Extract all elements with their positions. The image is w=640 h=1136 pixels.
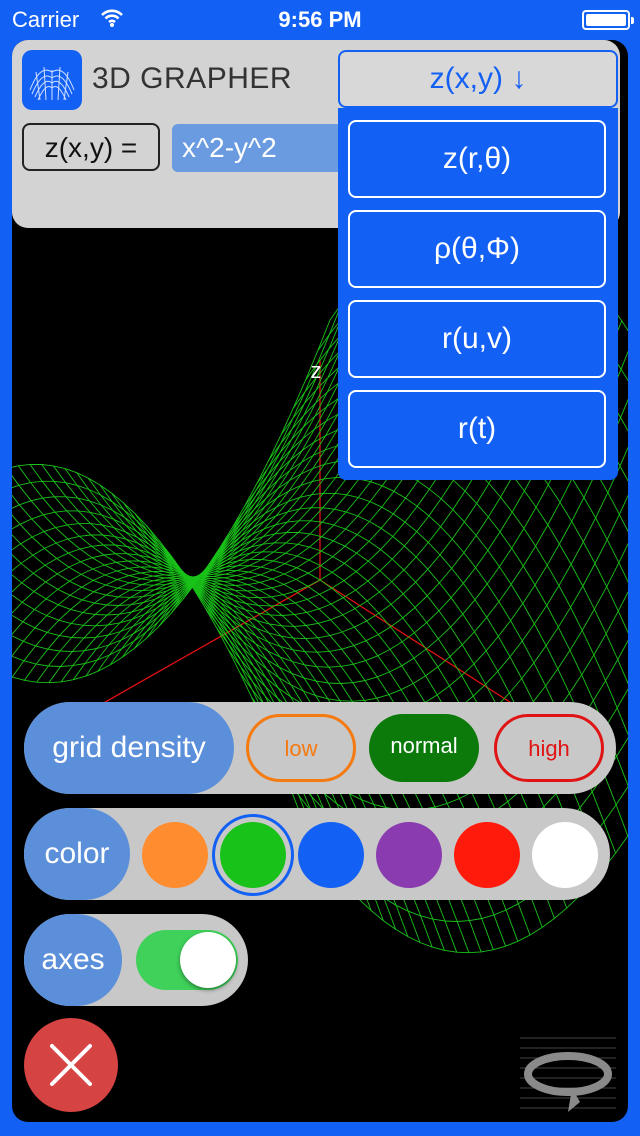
density-normal-button[interactable]: normal [369, 714, 479, 782]
color-swatch-purple[interactable] [376, 822, 442, 888]
color-swatch-red[interactable] [454, 822, 520, 888]
density-low-button[interactable]: low [246, 714, 356, 782]
axes-toggle[interactable] [136, 930, 238, 990]
color-row: color [24, 808, 610, 900]
color-swatch-blue[interactable] [298, 822, 364, 888]
rotate-button[interactable] [520, 1028, 616, 1118]
grid-density-label: grid density [24, 702, 234, 794]
mesh-line-v [12, 303, 343, 667]
color-swatch-white[interactable] [532, 822, 598, 888]
color-swatch-orange[interactable] [142, 822, 208, 888]
mode-option-spherical[interactable]: ρ(θ,Φ) [348, 210, 606, 288]
close-icon [50, 1044, 92, 1086]
function-type-label: z(x,y) = [22, 123, 160, 171]
close-button[interactable] [24, 1018, 118, 1112]
color-label: color [24, 808, 130, 900]
mode-dropdown-button[interactable]: z(x,y) ↓ [338, 50, 618, 108]
mode-dropdown-menu: z(r,θ) ρ(θ,Φ) r(u,v) r(t) [338, 108, 618, 480]
app-title: 3D GRAPHER [92, 62, 293, 95]
mode-option-parametric-curve[interactable]: r(t) [348, 390, 606, 468]
status-bar: Carrier 9:56 PM [0, 0, 640, 40]
battery-icon [582, 10, 634, 30]
z-axis-label: z [311, 358, 322, 383]
grid-density-row: grid density low normal high [24, 702, 616, 794]
axes-label: axes [24, 914, 122, 1006]
mesh-line-v [12, 319, 331, 684]
color-swatch-green[interactable] [220, 822, 286, 888]
density-high-button[interactable]: high [494, 714, 604, 782]
surface-mesh-icon [22, 50, 82, 110]
clock: 9:56 PM [278, 7, 362, 32]
toggle-knob [180, 932, 236, 988]
mesh-line-v [12, 252, 389, 616]
axes-row: axes [24, 914, 248, 1006]
mode-option-parametric-surface[interactable]: r(u,v) [348, 300, 606, 378]
function-input[interactable]: x^2-y^2 [172, 124, 342, 172]
mesh-line-v [12, 262, 378, 627]
rotate-icon [520, 1037, 616, 1112]
mode-option-polar[interactable]: z(r,θ) [348, 120, 606, 198]
